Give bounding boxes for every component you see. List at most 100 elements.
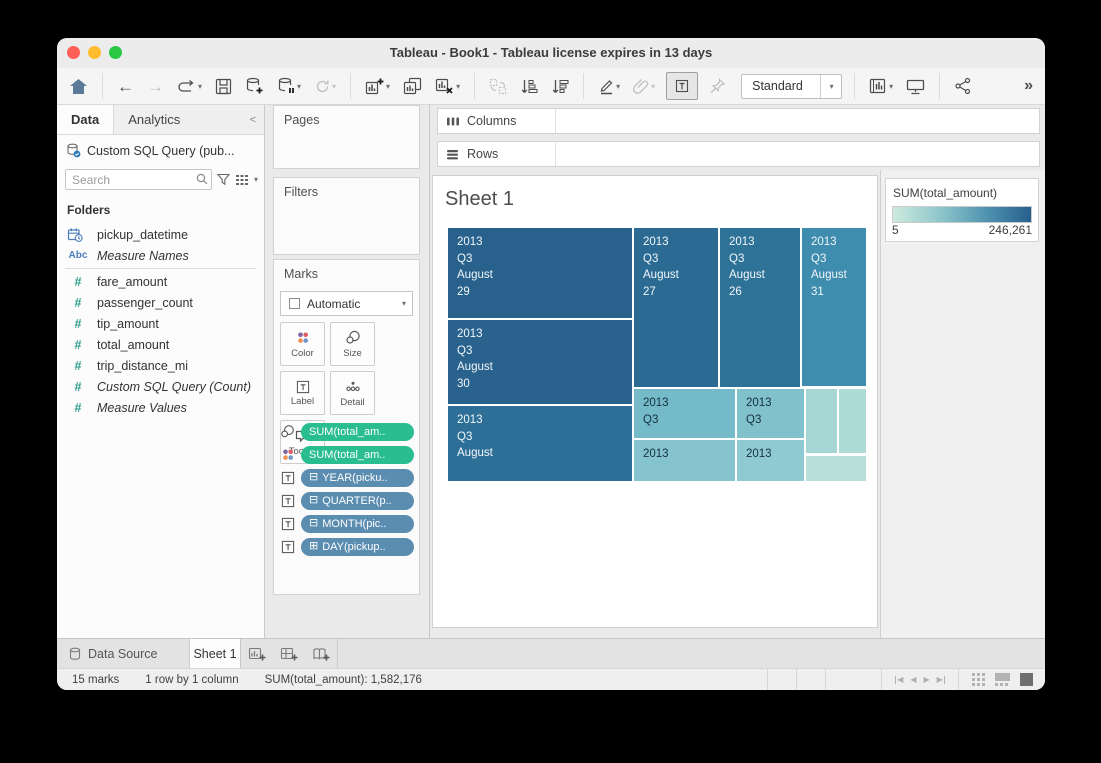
save-button[interactable] xyxy=(213,73,234,99)
field-item[interactable]: #fare_amount xyxy=(57,271,264,292)
color-legend-card[interactable]: SUM(total_amount) 5 246,261 xyxy=(885,178,1039,242)
treemap-block[interactable]: 2013Q3August27 xyxy=(634,228,718,387)
tab-data-source[interactable]: Data Source xyxy=(57,639,190,668)
show-sheet-button[interactable] xyxy=(1020,673,1033,686)
sort-ascending-button[interactable] xyxy=(518,73,540,99)
titlebar: Tableau - Book1 - Tableau license expire… xyxy=(57,38,1045,69)
measure-pill[interactable]: SUM(total_am.. xyxy=(301,446,414,464)
treemap-block[interactable] xyxy=(806,389,837,453)
toolbar-overflow-button[interactable]: » xyxy=(1022,73,1035,99)
pause-auto-updates-button[interactable]: ▾ xyxy=(275,73,303,99)
field-item[interactable]: #Measure Values xyxy=(57,397,264,418)
replay-button[interactable]: ▾ xyxy=(175,73,204,99)
step-back-button[interactable]: ◀ xyxy=(910,676,916,684)
new-worksheet-button[interactable]: ▾ xyxy=(363,73,392,99)
dimension-pill[interactable]: ⊟MONTH(pic.. xyxy=(301,515,414,533)
presentation-mode-button[interactable] xyxy=(904,73,927,99)
field-item[interactable]: #passenger_count xyxy=(57,292,264,313)
swap-rows-columns-button[interactable] xyxy=(487,73,509,99)
share-button[interactable] xyxy=(952,73,974,99)
field-item[interactable]: pickup_datetime xyxy=(57,224,264,245)
field-name: Measure Names xyxy=(97,249,189,263)
dimension-pill[interactable]: ⊟YEAR(picku.. xyxy=(301,469,414,487)
rows-shelf[interactable]: Rows xyxy=(437,141,1040,167)
toolbar: ← → ▾ ▾ ▾ ▾ ▾ xyxy=(57,68,1045,105)
mark-type-dropdown[interactable]: Automatic ▾ xyxy=(280,291,413,316)
datasource-item[interactable]: Custom SQL Query (pub... xyxy=(57,135,264,166)
sort-descending-button[interactable] xyxy=(549,73,571,99)
fix-axes-pin-button[interactable] xyxy=(707,73,728,99)
legend-min-value: 5 xyxy=(892,223,899,237)
search-field[interactable] xyxy=(65,169,212,190)
field-name: Custom SQL Query (Count) xyxy=(97,380,251,394)
dimension-pill[interactable]: ⊞ DAY(pickup.. xyxy=(301,538,414,556)
size-button[interactable]: Size xyxy=(330,322,375,366)
undo-button[interactable]: ← xyxy=(115,73,136,99)
skip-to-start-button[interactable]: ◀ xyxy=(895,676,903,684)
duplicate-sheet-button[interactable] xyxy=(401,73,424,99)
detail-button[interactable]: Detail xyxy=(330,371,375,415)
marks-card-label: Marks xyxy=(274,260,419,281)
view-mode-dropdown[interactable]: Standard ▾ xyxy=(741,74,842,99)
expand-hierarchy-icon[interactable]: ⊞ xyxy=(309,541,318,552)
filters-card[interactable]: Filters xyxy=(273,177,420,255)
treemap-block[interactable]: 2013 xyxy=(634,440,735,481)
label-button[interactable]: Label xyxy=(280,371,325,415)
new-datasource-button[interactable] xyxy=(243,73,266,99)
treemap-block[interactable] xyxy=(806,456,866,481)
datetime-icon xyxy=(67,227,89,243)
field-name: fare_amount xyxy=(97,275,167,289)
home-button[interactable] xyxy=(67,73,90,99)
new-dashboard-tab-button[interactable] xyxy=(273,639,305,668)
treemap-block[interactable]: 2013Q3 xyxy=(634,389,735,438)
database-icon xyxy=(69,647,81,661)
show-mark-labels-button[interactable] xyxy=(666,72,698,100)
refresh-datasource-button[interactable]: ▾ xyxy=(312,73,338,99)
treemap-block[interactable]: 2013Q3August26 xyxy=(720,228,800,387)
treemap-block[interactable] xyxy=(839,389,866,453)
field-item[interactable]: #total_amount xyxy=(57,334,264,355)
show-hide-cards-button[interactable]: ▾ xyxy=(867,73,895,99)
redo-button[interactable]: → xyxy=(145,73,166,99)
show-tabs-button[interactable] xyxy=(972,673,985,686)
new-story-tab-button[interactable] xyxy=(305,639,338,668)
skip-to-end-button[interactable]: ▶ xyxy=(937,676,945,684)
search-input[interactable] xyxy=(65,169,212,190)
treemap-block[interactable]: 2013Q3 xyxy=(737,389,804,438)
legend-gradient[interactable] xyxy=(892,206,1032,223)
filter-fields-button[interactable] xyxy=(216,172,231,187)
treemap-block[interactable]: 2013Q3August xyxy=(448,406,632,481)
new-worksheet-tab-button[interactable] xyxy=(241,639,273,668)
format-attachment-button[interactable]: ▾ xyxy=(631,73,657,99)
clear-sheet-button[interactable]: ▾ xyxy=(433,73,462,99)
collapse-pane-button[interactable]: < xyxy=(242,105,264,134)
mark-label-line: Q3 xyxy=(746,412,804,429)
treemap-block[interactable]: 2013Q3August31 xyxy=(802,228,866,386)
highlight-button[interactable]: ▾ xyxy=(596,73,622,99)
tab-analytics[interactable]: Analytics xyxy=(114,105,242,134)
show-filmstrip-button[interactable] xyxy=(995,673,1010,686)
button-label: Label xyxy=(291,396,314,407)
field-item[interactable]: AbcMeasure Names xyxy=(57,245,264,266)
pill-label: DAY(pickup.. xyxy=(322,541,385,553)
treemap-block[interactable]: 2013 xyxy=(737,440,804,481)
view-options-button[interactable]: ▾ xyxy=(235,173,258,187)
columns-shelf[interactable]: Columns xyxy=(437,108,1040,134)
collapse-hierarchy-icon[interactable]: ⊟ xyxy=(309,472,318,483)
pages-card[interactable]: Pages xyxy=(273,105,420,169)
dimension-pill[interactable]: ⊟QUARTER(p.. xyxy=(301,492,414,510)
treemap-block[interactable]: 2013Q3August29 xyxy=(448,228,632,318)
color-button[interactable]: Color xyxy=(280,322,325,366)
step-forward-button[interactable]: ▶ xyxy=(924,676,930,684)
tab-data[interactable]: Data xyxy=(57,105,114,134)
collapse-hierarchy-icon[interactable]: ⊟ xyxy=(309,518,318,529)
field-item[interactable]: #tip_amount xyxy=(57,313,264,334)
tab-sheet-1[interactable]: Sheet 1 xyxy=(190,639,241,668)
collapse-hierarchy-icon[interactable]: ⊟ xyxy=(309,495,318,506)
treemap-block[interactable]: 2013Q3August30 xyxy=(448,320,632,404)
marks-pill-row: ⊞ DAY(pickup.. xyxy=(279,535,414,558)
field-item[interactable]: #trip_distance_mi xyxy=(57,355,264,376)
measure-pill[interactable]: SUM(total_am.. xyxy=(301,423,414,441)
field-item[interactable]: #Custom SQL Query (Count) xyxy=(57,376,264,397)
data-pane: Data Analytics < Custom SQL Query (pub..… xyxy=(57,105,265,638)
